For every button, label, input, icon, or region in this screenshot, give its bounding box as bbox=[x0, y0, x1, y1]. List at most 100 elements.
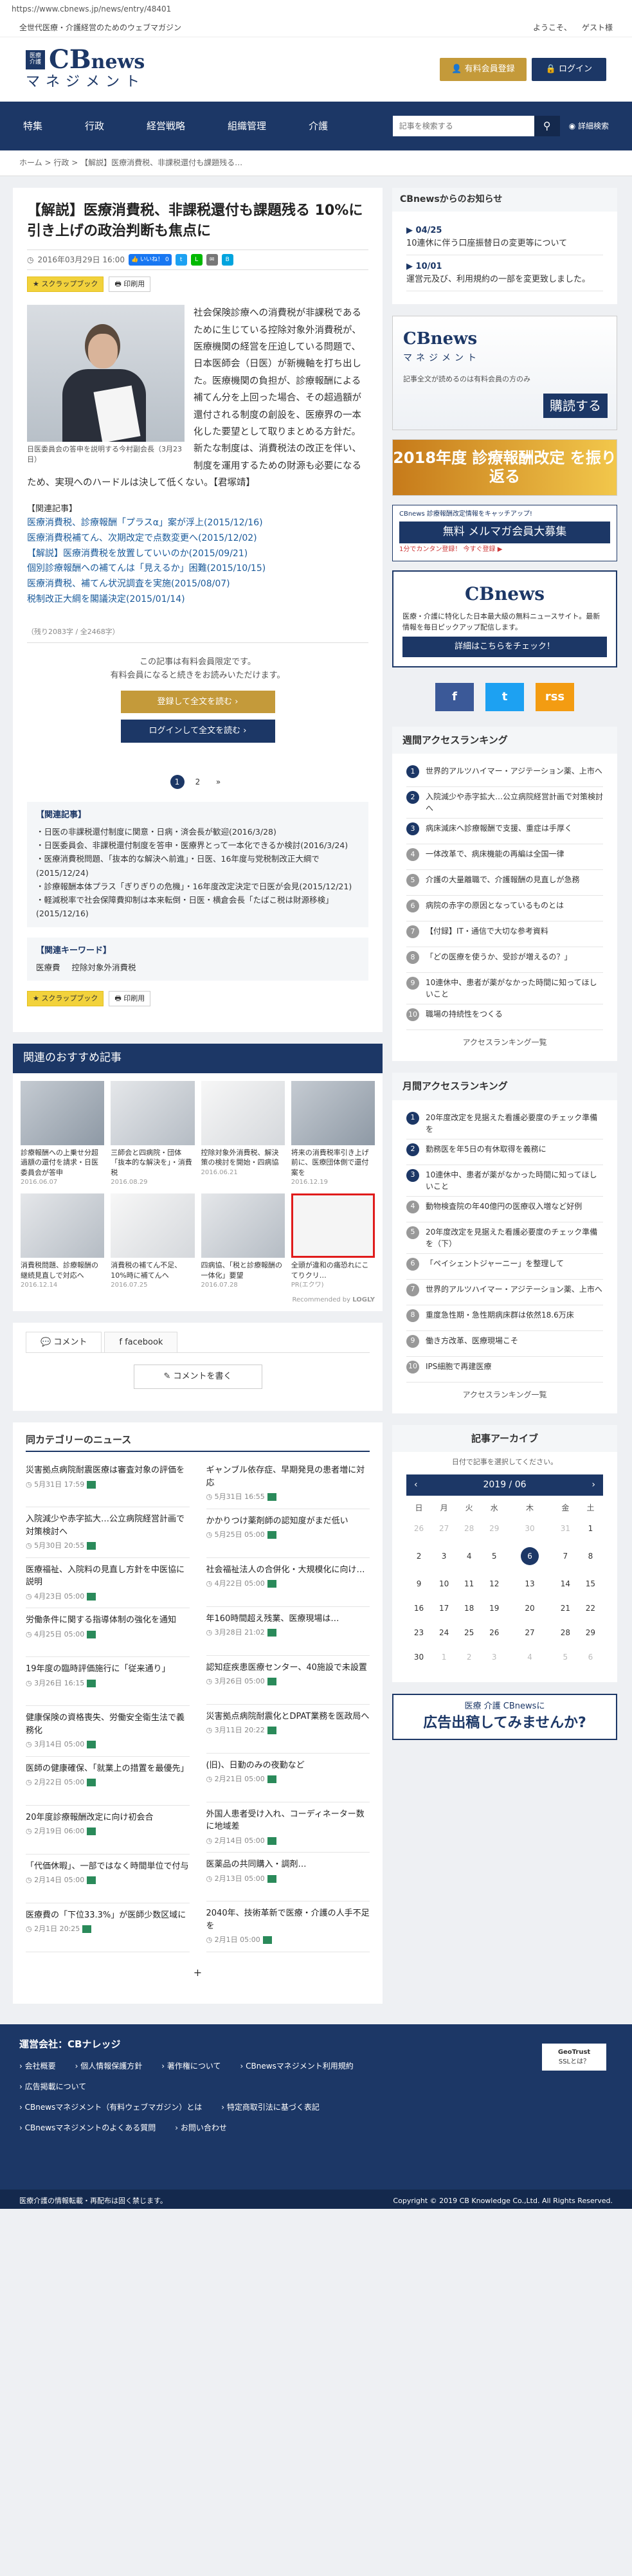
write-comment-button[interactable]: ✎ コメントを書く bbox=[133, 1365, 262, 1389]
related-link[interactable]: 医療消費税補てん、次期改定で点数変更へ(2015/12/02) bbox=[27, 531, 368, 547]
ranking-item[interactable]: 7 【付録】IT・通信で大切な参考資料 bbox=[406, 921, 603, 947]
ranking-item[interactable]: 5 20年度改定を見据えた看護必要度のチェック準備を（下） bbox=[406, 1222, 603, 1254]
calendar-day[interactable]: 8 bbox=[578, 1541, 603, 1572]
ranking-item[interactable]: 6 病院の赤字の原因となっているものとは bbox=[406, 896, 603, 921]
news-item[interactable]: 災害拠点病院耐震医療は審査対象の評価を ◷ 5月31日 17:59 bbox=[26, 1458, 190, 1508]
related-article-link[interactable]: ・診療報酬本体プラス「ぎりぎりの危機」・16年度改定決定で日医が会見(2015/… bbox=[36, 880, 359, 893]
news-item[interactable]: かかりつけ薬剤師の認知度がまだ低い ◷ 5月25日 05:00 bbox=[206, 1509, 370, 1558]
calendar-day[interactable]: 30 bbox=[406, 1645, 431, 1669]
monthly-ranking-link[interactable]: アクセスランキング一覧 bbox=[406, 1389, 603, 1401]
calendar-day[interactable]: 24 bbox=[431, 1620, 456, 1645]
footer-link[interactable]: › 特定商取引法に基づく表記 bbox=[221, 2101, 320, 2113]
page-1[interactable]: 1 bbox=[170, 774, 185, 789]
print-button-bottom[interactable]: 🖶 印刷用 bbox=[109, 990, 151, 1007]
footer-link[interactable]: › 著作権について bbox=[161, 2060, 221, 2072]
news-item[interactable]: 健康保険の資格喪失、労働安全衛生法で義務化 ◷ 3月14日 05:00 bbox=[26, 1706, 190, 1757]
prev-month-icon[interactable]: ‹ bbox=[414, 1478, 418, 1492]
line-share-icon[interactable]: L bbox=[190, 253, 203, 266]
related-article-link[interactable]: ・医療消費税問題、「抜本的な解決へ前進」・日医、16年度与党税制改正大綱で(20… bbox=[36, 852, 359, 880]
calendar-day[interactable]: 29 bbox=[578, 1620, 603, 1645]
nav-item[interactable]: 経営戦略 bbox=[147, 119, 185, 134]
breadcrumb-home[interactable]: ホーム bbox=[19, 158, 42, 167]
login-button[interactable]: 🔒 ログイン bbox=[531, 58, 606, 81]
calendar-day[interactable]: 22 bbox=[578, 1596, 603, 1620]
facebook-like-button[interactable]: 👍 いいね！ 0 bbox=[128, 253, 172, 266]
keyword-link[interactable]: 控除対象外消費税 bbox=[72, 963, 136, 972]
tab-comment[interactable]: 💬 コメント bbox=[26, 1331, 102, 1353]
ranking-item[interactable]: 9 働き方改革、医療現場こそ bbox=[406, 1331, 603, 1357]
news-item[interactable]: 「代価休暇」、一部ではなく時間単位で付与 ◷ 2月14日 05:00 bbox=[26, 1855, 190, 1903]
free-site-banner[interactable]: CBnews 医療・介護に特化した日本最大級の無料ニュースサイト。最新情報を毎日… bbox=[392, 570, 617, 667]
keyword-link[interactable]: 医療費 bbox=[36, 963, 60, 972]
tab-facebook[interactable]: f facebook bbox=[104, 1331, 178, 1353]
ranking-item[interactable]: 10 職場の持続性をつくる bbox=[406, 1004, 603, 1030]
mail-share-icon[interactable]: ✉ bbox=[206, 253, 218, 266]
next-month-icon[interactable]: › bbox=[591, 1478, 595, 1492]
ranking-item[interactable]: 10 IPS細胞で再建医療 bbox=[406, 1357, 603, 1383]
related-link[interactable]: 【解説】医療消費税を放置していいのか(2015/09/21) bbox=[27, 547, 368, 562]
calendar-day[interactable]: 14 bbox=[553, 1572, 578, 1596]
notice-item[interactable]: ▶ 04/25 10連休に伴う口座振替日の変更等について bbox=[406, 219, 603, 255]
ranking-item[interactable]: 5 介護の大量離職で、介護報酬の見直しが急務 bbox=[406, 870, 603, 896]
calendar-day[interactable]: 18 bbox=[456, 1596, 482, 1620]
news-item[interactable]: 20年度診療報酬改定に向け初会合 ◷ 2月19日 06:00 bbox=[26, 1806, 190, 1855]
calendar-day[interactable]: 23 bbox=[406, 1620, 431, 1645]
ranking-item[interactable]: 3 病床減床へ診療報酬で支援、重症は手厚く bbox=[406, 819, 603, 844]
calendar-day[interactable]: 26 bbox=[482, 1620, 507, 1645]
news-item[interactable]: 外国人患者受け入れ、コーディネーター数に地域差 ◷ 2月14日 05:00 bbox=[206, 1802, 370, 1853]
related-link[interactable]: 医療消費税、診療報酬「プラスα」案が浮上(2015/12/16) bbox=[27, 516, 368, 531]
calendar-day[interactable]: 12 bbox=[482, 1572, 507, 1596]
news-item[interactable]: 年160時間超え残業、医療現場は… ◷ 3月28日 21:02 bbox=[206, 1607, 370, 1656]
nav-item[interactable]: 組織管理 bbox=[228, 119, 266, 134]
ranking-item[interactable]: 3 10連休中、患者が薬がなかった時間に知ってほしいこと bbox=[406, 1165, 603, 1197]
advanced-search-link[interactable]: ◉ 詳細検索 bbox=[569, 120, 609, 132]
calendar-day[interactable]: 27 bbox=[507, 1620, 553, 1645]
footer-link[interactable]: › 広告掲載について bbox=[19, 2081, 86, 2092]
related-article-link[interactable]: ・日医委員会、非課税還付制度を答申・医療界とって一本化できるか検討(2016/3… bbox=[36, 839, 359, 852]
news-item[interactable]: 19年度の臨時評価施行に「従来通り」 ◷ 3月26日 16:15 bbox=[26, 1657, 190, 1707]
recommend-item[interactable]: 三師会と四病院・団体「抜本的な解決を」・消費税 2016.08.29 bbox=[111, 1080, 195, 1187]
footer-link[interactable]: › CBnewsマネジメントのよくある質問 bbox=[19, 2122, 156, 2134]
news-item[interactable]: 医師の健康確保、「就業上の措置を最優先」 ◷ 2月22日 05:00 bbox=[26, 1757, 190, 1806]
page-2[interactable]: 2 bbox=[191, 775, 205, 789]
ranking-item[interactable]: 2 勤務医を年5日の有休取得を義務に bbox=[406, 1139, 603, 1165]
related-article-link[interactable]: ・日医の非課税還付制度に関意・日病・済会長が歓迎(2016/3/28) bbox=[36, 825, 359, 839]
related-article-link[interactable]: ・軽減税率で社会保障費抑制は本来転倒・日医・横倉会長「たばこ税は財源移検」(20… bbox=[36, 893, 359, 921]
footer-link[interactable]: › CBnewsマネジメント利用規約 bbox=[240, 2060, 354, 2072]
ranking-item[interactable]: 1 20年度改定を見据えた看護必要度のチェック準備を bbox=[406, 1108, 603, 1139]
nav-item[interactable]: 特集 bbox=[23, 119, 42, 134]
related-link[interactable]: 医療消費税、補てん状況調査を実施(2015/08/07) bbox=[27, 577, 368, 592]
ad-banner[interactable]: 医療 介護 CBnewsに 広告出稿してみませんか? bbox=[392, 1693, 617, 1740]
guest-link[interactable]: ゲスト様 bbox=[582, 23, 613, 32]
weekly-ranking-link[interactable]: アクセスランキング一覧 bbox=[406, 1037, 603, 1048]
calendar-day[interactable]: 1 bbox=[578, 1516, 603, 1541]
facebook-icon[interactable]: f bbox=[435, 682, 474, 711]
news-item[interactable]: 社会福祉法人の合併化・大規模化に向け… ◷ 4月22日 05:00 bbox=[206, 1558, 370, 1607]
news-item[interactable]: 医療福祉、入院料の見直し方針を中医協に説明 ◷ 4月23日 05:00 bbox=[26, 1558, 190, 1609]
calendar-day[interactable]: 3 bbox=[431, 1541, 456, 1572]
twitter-icon[interactable]: t bbox=[485, 682, 524, 711]
ranking-item[interactable]: 1 世界的アルツハイマー・アジテーション薬、上市へ bbox=[406, 761, 603, 787]
calendar-day[interactable]: 4 bbox=[456, 1541, 482, 1572]
news-item[interactable]: 2040年、技術革新で医療・介護の人手不足を ◷ 2月1日 05:00 bbox=[206, 1901, 370, 1952]
calendar-day[interactable]: 15 bbox=[578, 1572, 603, 1596]
calendar-day[interactable]: 9 bbox=[406, 1572, 431, 1596]
calendar-day[interactable]: 17 bbox=[431, 1596, 456, 1620]
calendar-day[interactable]: 28 bbox=[553, 1620, 578, 1645]
recommend-item[interactable]: 将来の消費税率引き上げ前に、医療団体側で還付案を 2016.12.19 bbox=[291, 1080, 375, 1187]
footer-link[interactable]: › 個人情報保護方針 bbox=[75, 2060, 143, 2072]
search-input[interactable] bbox=[392, 116, 534, 136]
recommend-item[interactable]: 全頭が違和の痛恐れにこてりクリ… PR(エクワ) bbox=[291, 1193, 375, 1290]
news-item[interactable]: 災害拠点病院耐震化とDPAT業務を医政局へ ◷ 3月11日 20:22 bbox=[206, 1705, 370, 1754]
recommend-item[interactable]: 消費税の補てん不足、10%時に補てんへ 2016.07.25 bbox=[111, 1193, 195, 1290]
calendar-day[interactable]: 2 bbox=[406, 1541, 431, 1572]
nav-item[interactable]: 行政 bbox=[85, 119, 104, 134]
recommend-item[interactable]: 控除対象外消費税、解決策の検討を開始・四病協 2016.06.21 bbox=[201, 1080, 285, 1187]
hatena-share-icon[interactable]: B bbox=[221, 253, 233, 266]
register-button[interactable]: 👤 有料会員登録 bbox=[440, 58, 527, 81]
calendar-day[interactable]: 25 bbox=[456, 1620, 482, 1645]
calendar-day[interactable]: 19 bbox=[482, 1596, 507, 1620]
news-item[interactable]: 労働条件に関する指導体制の強化を通知 ◷ 4月25日 05:00 bbox=[26, 1608, 190, 1658]
login-read-button[interactable]: ログインして全文を読む › bbox=[120, 720, 275, 743]
ranking-item[interactable]: 2 入院減少や赤字拡大…公立病院経営計画で対策検討へ bbox=[406, 787, 603, 819]
